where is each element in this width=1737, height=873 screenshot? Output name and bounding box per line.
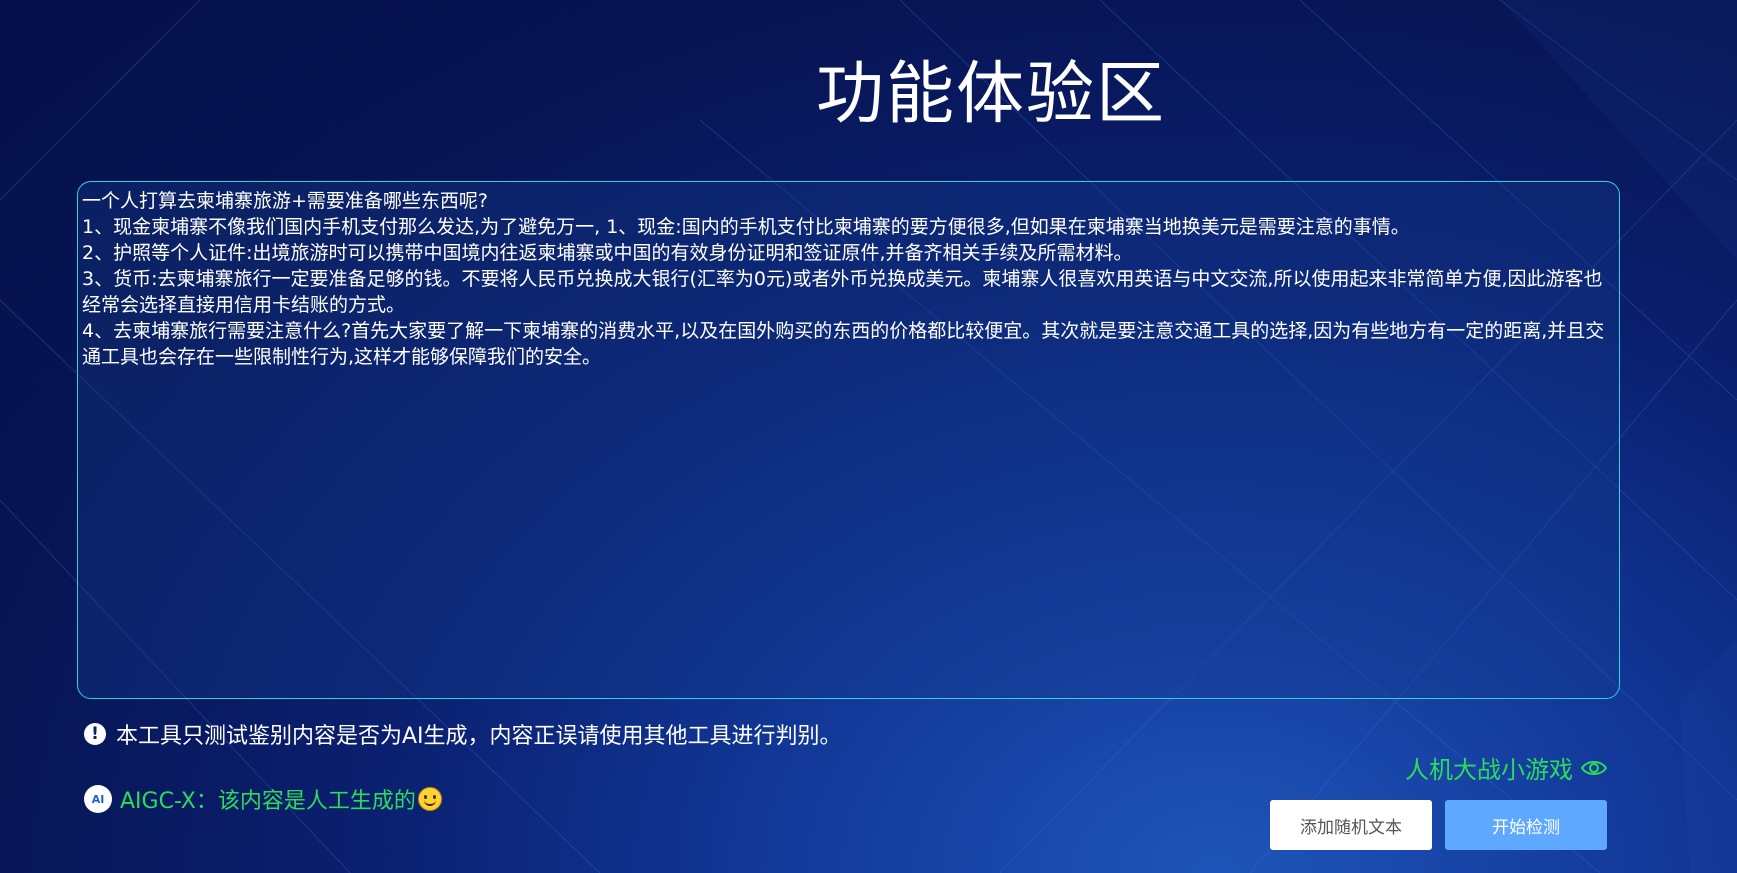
- add-random-text-button[interactable]: 添加随机文本: [1270, 800, 1432, 850]
- eye-icon: [1581, 760, 1607, 775]
- disclaimer-text: 本工具只测试鉴别内容是否为AI生成，内容正误请使用其他工具进行判别。: [116, 724, 842, 749]
- disclaimer-notice: ! 本工具只测试鉴别内容是否为AI生成，内容正误请使用其他工具进行判别。: [84, 718, 842, 750]
- input-line: 1、现金柬埔寨不像我们国内手机支付那么发达,为了避免万一, 1、现金:国内的手机…: [82, 216, 1410, 238]
- input-line: 4、去柬埔寨旅行需要注意什么?首先大家要了解一下柬埔寨的消费水平,以及在国外购买…: [82, 320, 1605, 368]
- aigc-logo-icon: AI: [84, 785, 112, 813]
- page-title: 功能体验区: [815, 55, 1166, 134]
- smile-icon: [417, 787, 442, 811]
- result-text: AIGC-X：该内容是人工生成的: [120, 789, 416, 814]
- input-line: 2、护照等个人证件:出境旅游时可以携带中国境内往返柬埔寨或中国的有效身份证明和签…: [82, 242, 1133, 264]
- start-detection-button[interactable]: 开始检测: [1445, 800, 1607, 850]
- game-link[interactable]: 人机大战小游戏: [1405, 750, 1607, 785]
- game-link-label: 人机大战小游戏: [1405, 756, 1573, 784]
- detection-result: AI AIGC-X：该内容是人工生成的: [84, 783, 442, 815]
- input-line: 3、货币:去柬埔寨旅行一定要准备足够的钱。不要将人民币兑换成大银行(汇率为0元)…: [82, 268, 1603, 316]
- input-line: 一个人打算去柬埔寨旅游+需要准备哪些东西呢?: [82, 190, 489, 212]
- text-input-area[interactable]: 一个人打算去柬埔寨旅游+需要准备哪些东西呢? 1、现金柬埔寨不像我们国内手机支付…: [77, 181, 1620, 699]
- exclamation-icon: !: [84, 723, 106, 745]
